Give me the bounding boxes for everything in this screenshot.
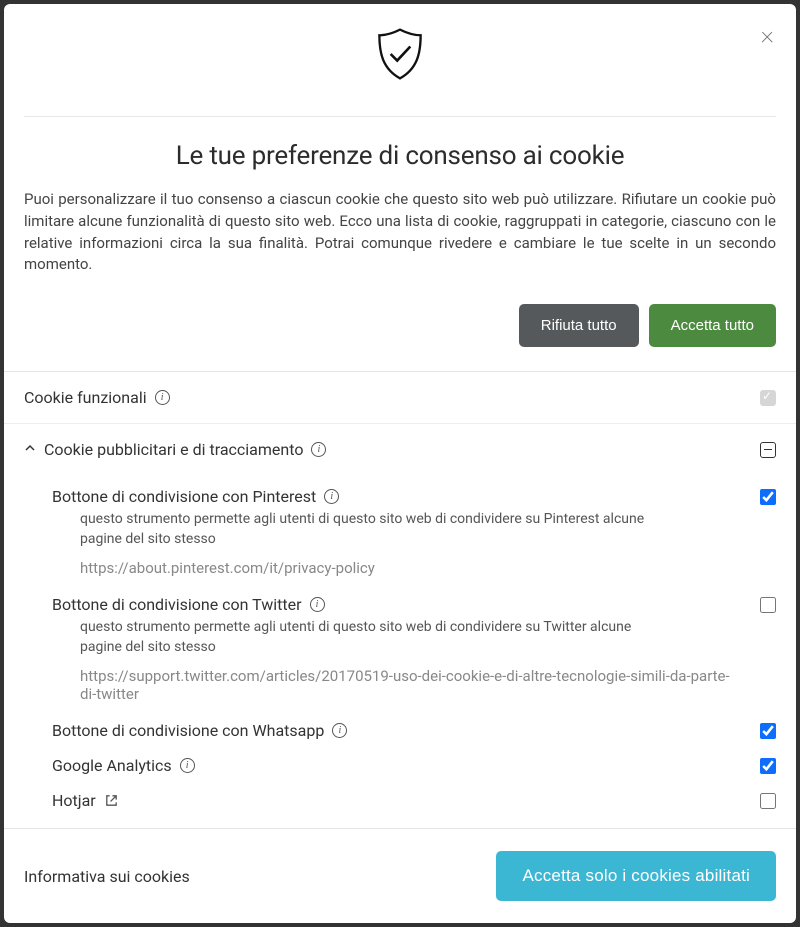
cookie-item-hotjar: Hotjar — [4, 783, 796, 818]
shield-icon — [370, 24, 430, 88]
close-button[interactable]: × — [761, 22, 774, 48]
top-button-row: Rifiuta tutto Accetta tutto — [4, 276, 796, 371]
modal-footer: Informativa sui cookies Accetta solo i c… — [4, 828, 796, 923]
cookie-name: Hotjar — [52, 791, 96, 810]
reject-all-button[interactable]: Rifiuta tutto — [519, 304, 639, 347]
modal-header: Le tue preferenze di consenso ai cookie — [4, 4, 796, 189]
category-label: Cookie funzionali — [24, 388, 147, 407]
cookie-name: Bottone di condivisione con Twitter — [52, 595, 302, 614]
cookie-checkbox[interactable] — [760, 793, 776, 809]
cookie-item-twitter: Bottone di condivisione con Twitter i qu… — [4, 587, 796, 713]
cookie-item-whatsapp: Bottone di condivisione con Whatsapp i — [4, 713, 796, 748]
category-label: Cookie pubblicitari e di tracciamento — [44, 440, 303, 459]
cookie-privacy-link[interactable]: https://about.pinterest.com/it/privacy-p… — [52, 553, 776, 579]
category-functional[interactable]: Cookie funzionali i — [4, 372, 796, 424]
chevron-up-icon — [24, 442, 36, 457]
info-icon[interactable]: i — [332, 723, 347, 738]
cookie-name: Bottone di condivisione con Pinterest — [52, 487, 316, 506]
accept-all-button[interactable]: Accetta tutto — [649, 304, 776, 347]
cookie-list: Bottone di condivisione con Pinterest i … — [4, 475, 796, 828]
privacy-policy-link[interactable]: Informativa sui cookies — [24, 867, 190, 886]
cookie-checkbox[interactable] — [760, 489, 776, 505]
cookie-name: Google Analytics — [52, 756, 172, 775]
info-icon[interactable]: i — [311, 442, 326, 457]
info-icon[interactable]: i — [180, 758, 195, 773]
external-link-icon[interactable] — [104, 793, 119, 808]
functional-checkbox-locked — [760, 390, 776, 406]
advertising-tristate-checkbox[interactable] — [760, 442, 776, 458]
modal-title: Le tue preferenze di consenso ai cookie — [24, 141, 776, 171]
cookie-item-google-analytics: Google Analytics i — [4, 748, 796, 783]
category-advertising[interactable]: Cookie pubblicitari e di tracciamento i — [4, 424, 796, 475]
categories-container: Cookie funzionali i Cookie pubblicitari … — [4, 371, 796, 828]
cookie-consent-modal: × Le tue preferenze di consenso ai cooki… — [4, 4, 796, 923]
cookie-privacy-link[interactable]: https://support.twitter.com/articles/201… — [52, 661, 776, 705]
info-icon[interactable]: i — [155, 390, 170, 405]
accept-enabled-button[interactable]: Accetta solo i cookies abilitati — [496, 851, 776, 901]
info-icon[interactable]: i — [324, 489, 339, 504]
cookie-description: questo strumento permette agli utenti di… — [52, 506, 776, 553]
cookie-checkbox[interactable] — [760, 597, 776, 613]
info-icon[interactable]: i — [310, 597, 325, 612]
header-divider — [24, 116, 776, 117]
cookie-item-interferenza: Interferenza s.r.l. i — [4, 818, 796, 828]
cookie-name: Bottone di condivisione con Whatsapp — [52, 721, 324, 740]
cookie-description: questo strumento permette agli utenti di… — [52, 614, 776, 661]
cookie-checkbox[interactable] — [760, 758, 776, 774]
cookie-checkbox[interactable] — [760, 723, 776, 739]
cookie-item-pinterest: Bottone di condivisione con Pinterest i … — [4, 479, 796, 587]
intro-text: Puoi personalizzare il tuo consenso a ci… — [4, 189, 796, 276]
